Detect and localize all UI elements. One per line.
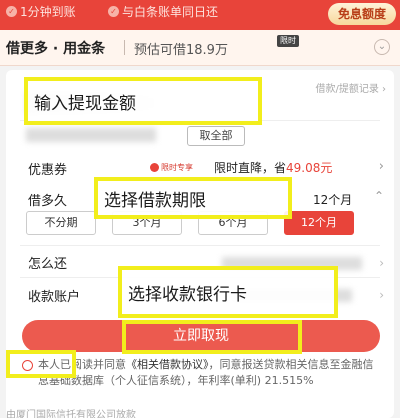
limited-badge: 限时	[277, 35, 299, 47]
agreement-link[interactable]: 《相关借款协议》	[126, 358, 209, 371]
chevron-up-icon[interactable]: ⌃	[374, 189, 384, 203]
top-banner: ✓ 1分钟到账 ✓ 与白条账单同日还 免息额度	[0, 0, 400, 30]
coupon-prefix: 限时直降，省	[214, 161, 287, 175]
feature-same-day-label: 与白条账单同日还	[122, 5, 219, 19]
lender-footer: 由厦门国际信托有限公司放款	[6, 410, 136, 418]
feature-same-day: ✓ 与白条账单同日还	[108, 3, 218, 20]
withdraw-all-button[interactable]: 取全部	[187, 126, 245, 146]
term-option-none[interactable]: 不分期	[26, 211, 96, 235]
available-limit-text	[26, 128, 156, 142]
divider	[20, 245, 380, 246]
coupon-amount: 49.08元	[286, 161, 333, 175]
check-circle-icon: ✓	[6, 6, 17, 17]
tag-dot-icon	[150, 163, 159, 172]
product-row[interactable]: 借更多 · 用金条 预估可借18.9万 限时 ⌄	[0, 30, 400, 66]
feature-fast: ✓ 1分钟到账	[6, 3, 76, 20]
annotation-bank: 选择收款银行卡	[118, 266, 338, 318]
chevron-right-icon[interactable]: ›	[379, 288, 384, 302]
product-name: 借更多 · 用金条	[6, 41, 106, 57]
coupon-label: 优惠券	[28, 163, 68, 178]
annotation-agree-box	[6, 350, 76, 378]
agreement-text: 本人已阅读并同意《相关借款协议》，同意报送贷款相关信息至金融信息基础数据库（个人…	[22, 357, 382, 389]
annotation-submit-box	[122, 320, 302, 354]
interest-free-quota-button[interactable]: 免息额度	[327, 3, 396, 25]
annotation-bank-label: 选择收款银行卡	[128, 284, 247, 305]
check-circle-icon: ✓	[108, 6, 119, 17]
annotation-term-label: 选择借款期限	[104, 190, 206, 211]
chevron-right-icon[interactable]: ›	[379, 256, 384, 270]
term-label: 借多久	[28, 194, 68, 209]
annotation-amount-label: 输入提现金额	[34, 93, 136, 114]
records-link[interactable]: 借款/提额记录 ›	[315, 80, 386, 95]
chevron-down-icon[interactable]: ⌄	[374, 39, 390, 55]
term-value: 12个月	[313, 193, 353, 207]
estimate-text: 预估可借18.9万	[134, 43, 228, 58]
account-label: 收款账户	[28, 290, 81, 305]
divider	[124, 40, 125, 55]
repay-label: 怎么还	[28, 257, 68, 272]
feature-fast-label: 1分钟到账	[20, 5, 76, 19]
term-option-12m[interactable]: 12个月	[284, 211, 354, 235]
coupon-discount[interactable]: 限时直降，省49.08元	[214, 159, 332, 176]
coupon-tag: 限时专享	[150, 162, 193, 173]
coupon-tag-label: 限时专享	[161, 163, 193, 172]
chevron-right-icon[interactable]: ›	[379, 159, 384, 174]
annotation-amount: 输入提现金额	[24, 77, 262, 125]
annotation-term: 选择借款期限	[94, 177, 292, 219]
